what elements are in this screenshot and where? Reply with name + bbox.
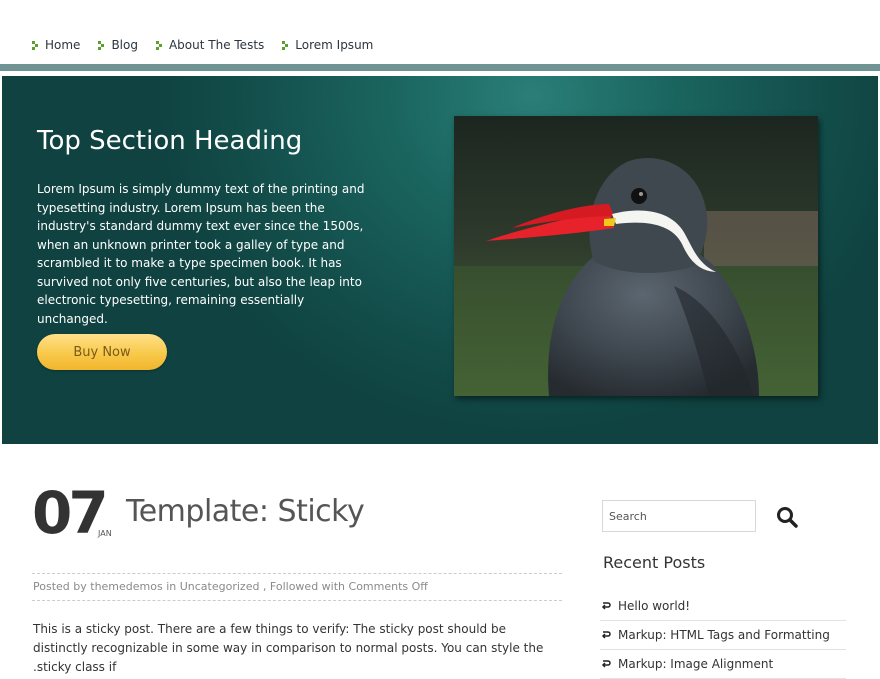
nav-item-lorem-ipsum[interactable]: Lorem Ipsum — [282, 38, 373, 52]
return-arrow-icon — [601, 602, 611, 610]
return-arrow-icon — [601, 631, 611, 639]
nav-label: Home — [45, 38, 81, 52]
recent-posts-heading: Recent Posts — [603, 553, 706, 572]
nav-bullet-icon — [282, 40, 289, 50]
recent-post-link[interactable]: Markup: Image Alignment — [618, 657, 773, 671]
search-button[interactable] — [774, 504, 800, 530]
recent-post-item[interactable]: Hello world! — [600, 592, 846, 621]
hero-section: Top Section Heading Lorem Ipsum is simpl… — [2, 76, 878, 444]
buy-now-button[interactable]: Buy Now — [37, 334, 167, 370]
post-title[interactable]: Template: Sticky — [126, 494, 365, 529]
nav-label: About The Tests — [168, 38, 265, 52]
nav-divider-bar — [0, 64, 880, 71]
nav-item-about[interactable]: About The Tests — [155, 38, 265, 52]
hero-heading: Top Section Heading — [37, 126, 303, 156]
nav-item-blog[interactable]: Blog — [98, 38, 138, 52]
nav-label: Blog — [111, 38, 138, 52]
post-meta: Posted by themedemos in Uncategorized , … — [33, 580, 428, 593]
nav-bullet-icon — [155, 40, 162, 50]
bird-illustration — [454, 116, 818, 396]
search-input[interactable]: Search — [602, 500, 756, 532]
search-icon — [777, 507, 798, 528]
post-divider — [32, 600, 562, 601]
nav-label: Lorem Ipsum — [295, 38, 374, 52]
post-date-month: JAN — [98, 529, 112, 538]
recent-post-item[interactable]: Markup: Image Alignment — [600, 650, 846, 679]
nav-bullet-icon — [98, 40, 105, 50]
post-divider — [32, 573, 562, 574]
post-excerpt: This is a sticky post. There are a few t… — [33, 622, 544, 674]
post-date-day: 07 — [32, 479, 109, 547]
nav-item-home[interactable]: Home — [32, 38, 80, 52]
recent-post-link[interactable]: Hello world! — [618, 599, 690, 613]
hero-bird-image — [454, 116, 818, 396]
recent-post-item[interactable]: Markup: HTML Tags and Formatting — [600, 621, 846, 650]
recent-post-link[interactable]: Markup: HTML Tags and Formatting — [618, 628, 830, 642]
recent-posts-list: Hello world! Markup: HTML Tags and Forma… — [600, 592, 846, 679]
nav-bullet-icon — [32, 40, 38, 50]
return-arrow-icon — [601, 660, 611, 668]
hero-text: Lorem Ipsum is simply dummy text of the … — [37, 182, 365, 326]
top-navigation: Home Blog About The Tests Lorem Ipsum — [0, 0, 880, 64]
